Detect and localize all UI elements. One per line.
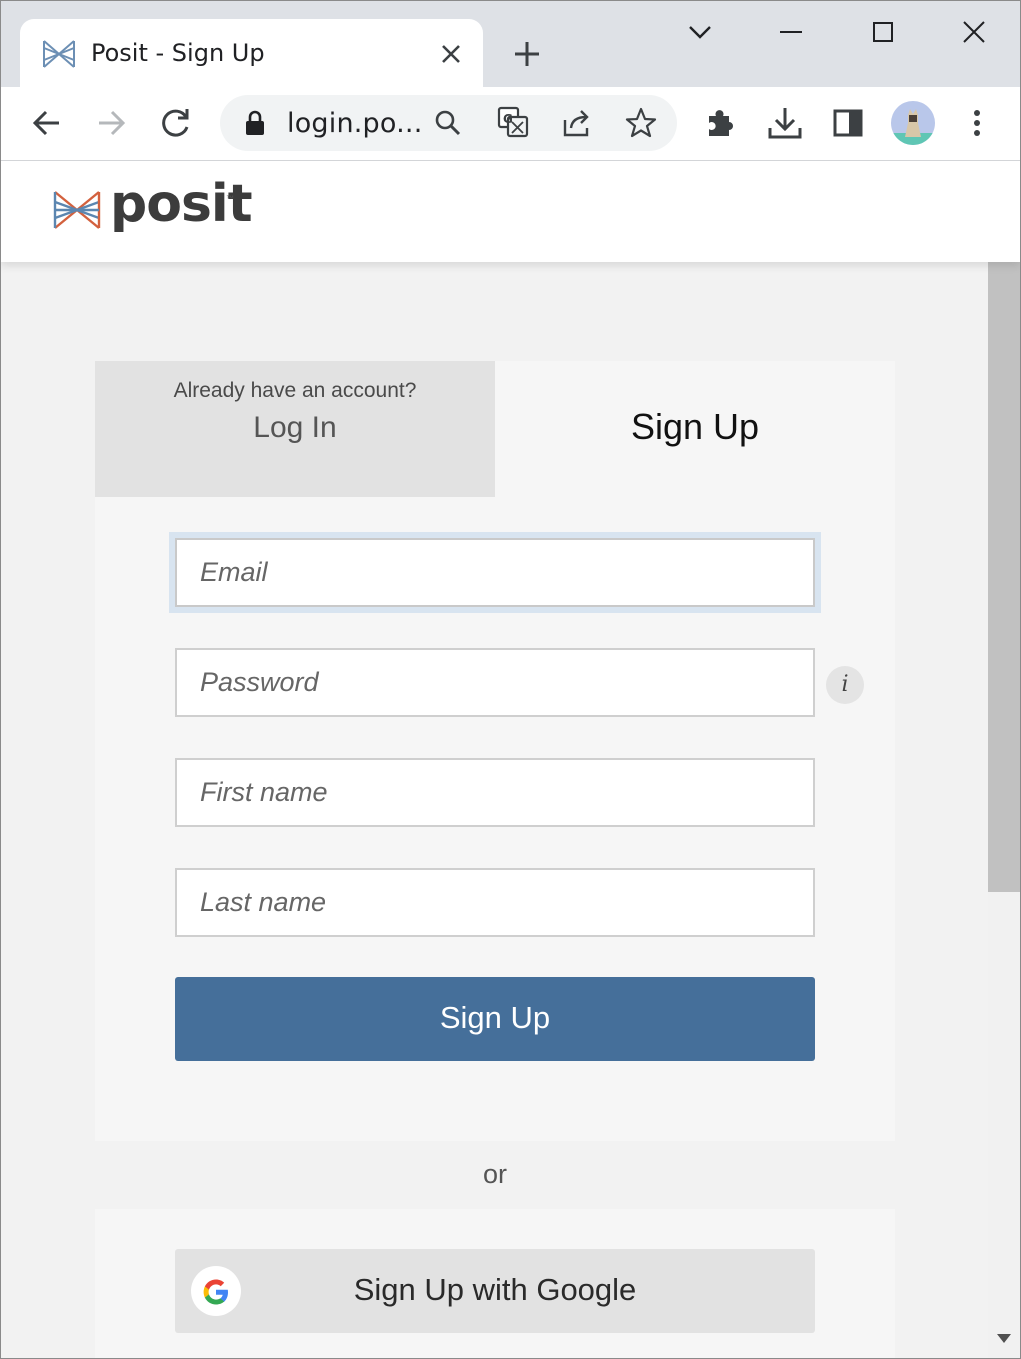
browser-window: Posit - Sign Up login.po... G posit ™ Al… [0,0,1021,1359]
login-tab-label[interactable]: Log In [95,411,495,445]
download-icon[interactable] [765,103,805,143]
avatar-icon[interactable] [891,101,935,145]
tab-login[interactable]: Already have an account? Log In [95,361,495,497]
chevron-down-icon[interactable] [683,15,717,49]
cat-avatar-image [891,109,935,145]
first-name-field[interactable] [175,758,815,827]
puzzle-icon[interactable] [701,103,741,143]
share-icon[interactable] [560,106,594,140]
email-field[interactable] [175,538,815,607]
first-name-input[interactable] [200,762,790,823]
page-scrollbar[interactable] [988,262,1020,1358]
tab-signup[interactable]: Sign Up [495,361,895,497]
web-page: posit ™ Already have an account? Log In … [1,161,1020,1358]
browser-tab-active[interactable]: Posit - Sign Up [20,19,483,87]
close-window-icon[interactable] [957,15,991,49]
translate-icon[interactable]: G [496,105,530,139]
browser-toolbar: login.po... G [1,87,1020,161]
or-divider: or [482,1159,507,1189]
email-input[interactable] [200,542,790,603]
password-field[interactable] [175,648,815,717]
signup-button[interactable]: Sign Up [175,977,815,1061]
svg-text:G: G [503,112,513,126]
url-text[interactable]: login.po... [287,108,423,139]
reload-icon[interactable] [155,103,195,143]
password-input[interactable] [200,652,790,713]
kebab-menu-icon[interactable] [957,103,997,143]
arrow-right-icon[interactable] [91,103,131,143]
plus-icon[interactable] [510,37,544,71]
maximize-icon[interactable] [866,15,900,49]
login-prompt: Already have an account? [173,379,417,402]
minimize-icon[interactable] [774,15,808,49]
address-bar[interactable]: login.po... G [220,95,677,151]
google-signup-button[interactable]: Sign Up with Google [175,1249,815,1333]
lock-icon[interactable] [243,110,267,136]
tab-title: Posit - Sign Up [91,39,265,67]
trademark-symbol: ™ [226,194,234,203]
site-logo-text[interactable]: posit [110,174,253,234]
posit-logo-icon[interactable] [53,188,101,232]
google-signup-label: Sign Up with Google [353,1272,637,1307]
password-info-button[interactable]: i [826,666,864,704]
social-signup-card: Sign Up with Google [95,1209,895,1358]
arrow-left-icon[interactable] [27,103,67,143]
signup-card: Already have an account? Log In Sign Up … [95,361,895,1141]
last-name-input[interactable] [200,872,790,933]
signup-tab-label: Sign Up [630,406,760,447]
last-name-field[interactable] [175,868,815,937]
scroll-down-arrow-icon[interactable] [996,1332,1012,1344]
site-header: posit ™ [1,161,1020,262]
side-panel-icon[interactable] [829,103,869,143]
close-icon[interactable] [438,41,464,67]
star-icon[interactable] [624,106,658,140]
tab-strip: Posit - Sign Up [1,1,1020,87]
search-icon[interactable] [432,107,464,139]
scrollbar-thumb[interactable] [988,262,1020,892]
google-icon [191,1266,241,1316]
posit-logo-icon [43,40,75,68]
